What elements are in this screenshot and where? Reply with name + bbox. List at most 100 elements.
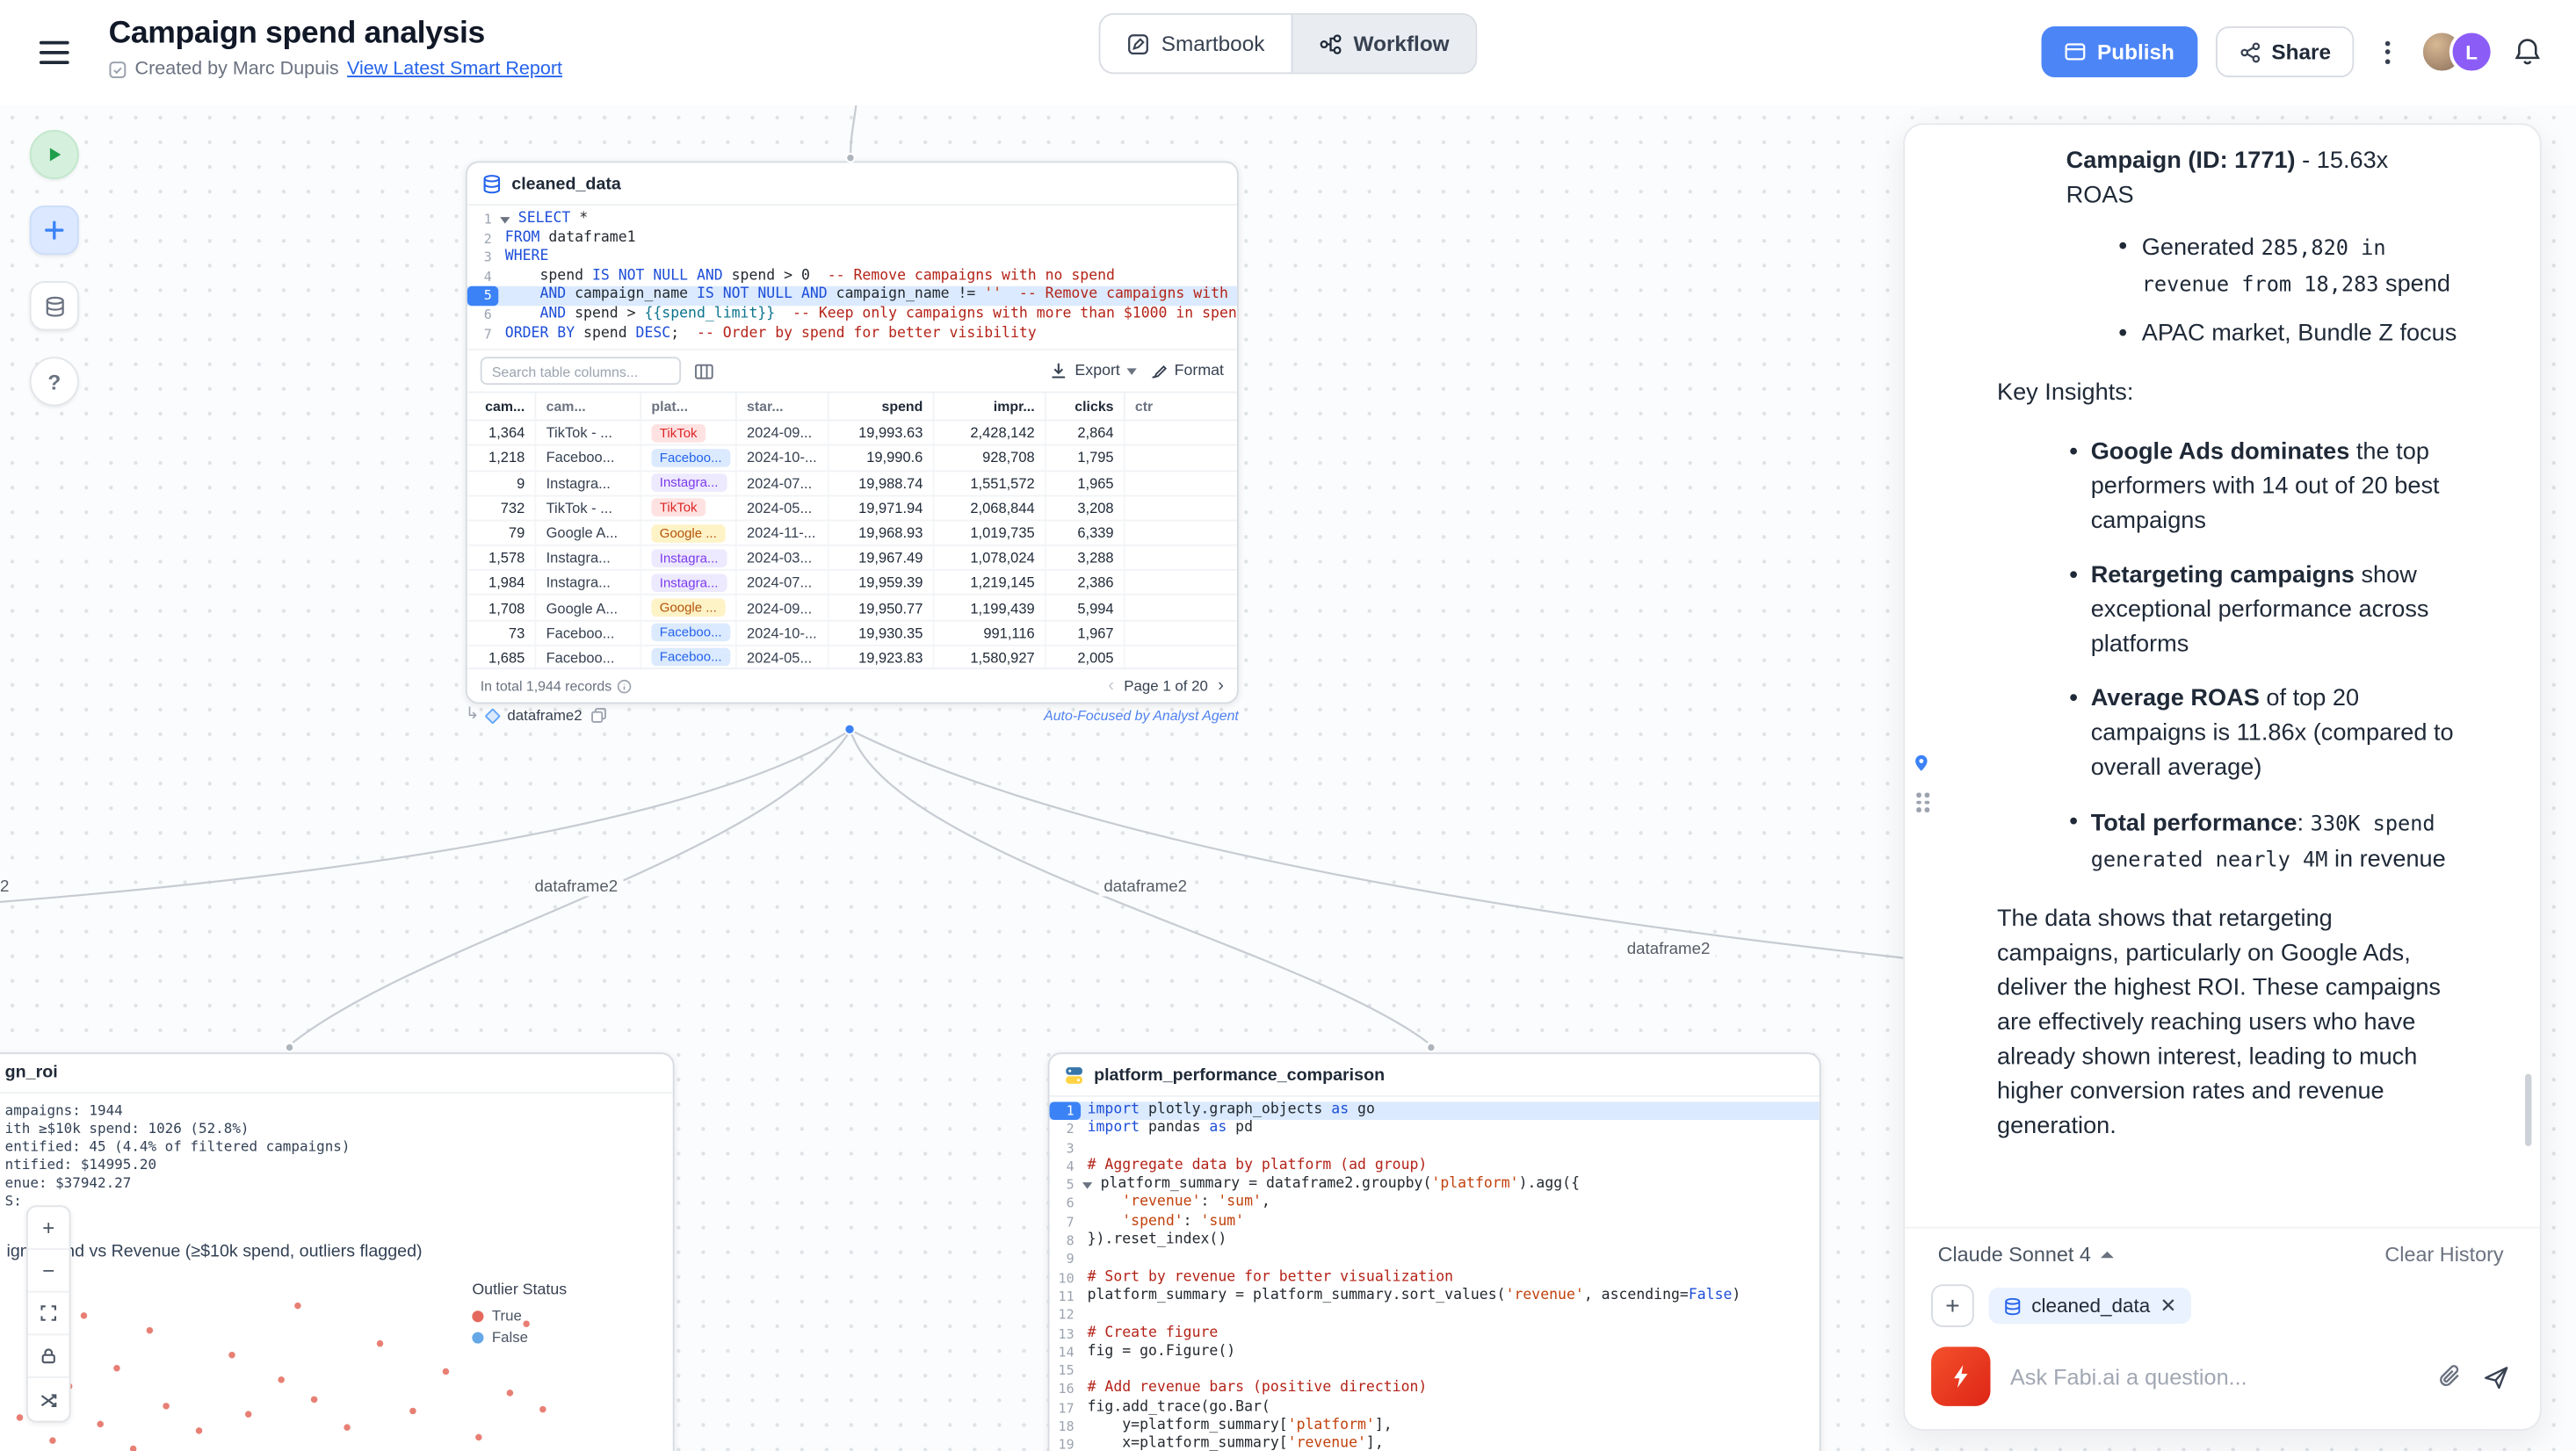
- top-header: Campaign spend analysis Created by Marc …: [0, 0, 2576, 105]
- more-options-button[interactable]: [2372, 33, 2402, 69]
- column-header[interactable]: plat...: [641, 393, 737, 420]
- table-row[interactable]: 9Instagra...Instagra...2024-07...19,988.…: [467, 471, 1237, 495]
- chat-footer: Claude Sonnet 4 Clear History + cleaned_…: [1905, 1227, 2540, 1429]
- scatter-point: [409, 1408, 416, 1414]
- node-campaign-roi[interactable]: gn_roi ampaigns: 1944ith ≥$10k spend: 10…: [0, 1052, 675, 1451]
- table-row[interactable]: 1,708Google A...Google ...2024-09...19,9…: [467, 596, 1237, 621]
- connector-dot[interactable]: [285, 1043, 294, 1052]
- column-header[interactable]: impr...: [934, 393, 1046, 420]
- node-header[interactable]: cleaned_data: [467, 162, 1237, 206]
- node-cleaned-data[interactable]: cleaned_data 1SELECT *2FROM dataframe13W…: [466, 161, 1239, 704]
- connector-dot[interactable]: [843, 724, 855, 735]
- lock-button[interactable]: [28, 1335, 69, 1378]
- node-header[interactable]: gn_roi: [0, 1054, 673, 1094]
- panel-drag-handle[interactable]: [1916, 792, 1929, 812]
- column-header[interactable]: star...: [737, 393, 829, 420]
- fit-view-button[interactable]: [28, 1293, 69, 1336]
- stdout-line: enue: $37942.27: [2, 1176, 673, 1195]
- table-cell: 2,068,844: [934, 496, 1046, 520]
- column-header[interactable]: clicks: [1046, 393, 1125, 420]
- run-button[interactable]: [30, 130, 79, 179]
- add-node-button[interactable]: [30, 206, 79, 255]
- node-header[interactable]: platform_performance_comparison: [1050, 1054, 1820, 1097]
- model-selector[interactable]: Claude Sonnet 4: [1938, 1243, 2115, 1266]
- table-cell: [1125, 571, 1237, 595]
- search-columns-input[interactable]: [481, 357, 681, 386]
- platform-badge: Faceboo...: [651, 649, 730, 668]
- code-line: 3: [1050, 1139, 1820, 1158]
- add-context-button[interactable]: +: [1931, 1284, 1974, 1327]
- column-header[interactable]: cam...: [467, 393, 537, 420]
- chat-message-area[interactable]: Campaign (ID: 1771) - 15.63x ROASGenerat…: [1905, 125, 2540, 1226]
- pin-panel-button[interactable]: [1912, 752, 1931, 782]
- report-icon: [109, 60, 127, 78]
- view-smart-report-link[interactable]: View Latest Smart Report: [347, 59, 562, 78]
- zoom-out-button[interactable]: −: [28, 1250, 69, 1293]
- table-row[interactable]: 79Google A...Google ...2024-11-...19,968…: [467, 521, 1237, 545]
- publish-button[interactable]: Publish: [2041, 26, 2197, 77]
- fold-chevron-icon[interactable]: [500, 216, 510, 222]
- node-platform-performance[interactable]: platform_performance_comparison 1import …: [1048, 1052, 1821, 1451]
- chat-text-block: Campaign (ID: 1771) - 15.63x ROAS: [2066, 145, 2461, 214]
- notifications-button[interactable]: [2512, 36, 2543, 68]
- avatar[interactable]: L: [2449, 30, 2494, 75]
- next-page-button[interactable]: ›: [1218, 676, 1224, 695]
- table-row[interactable]: 1,685Faceboo...Faceboo...2024-05...19,92…: [467, 646, 1237, 668]
- sql-code-editor[interactable]: 1SELECT *2FROM dataframe13WHERE4 spend I…: [467, 206, 1237, 349]
- code-line: 12: [1050, 1306, 1820, 1325]
- stdout-line: ith ≥$10k spend: 1026 (52.8%): [2, 1122, 673, 1140]
- table-cell: 19,990.6: [829, 446, 935, 470]
- chat-scrollbar[interactable]: [2525, 1074, 2531, 1146]
- zoom-in-button[interactable]: +: [28, 1207, 69, 1250]
- table-footer: In total 1,944 records ‹ Page 1 of 20 ›: [467, 668, 1237, 702]
- table-row[interactable]: 1,364TikTok - ...TikTok2024-09...19,993.…: [467, 422, 1237, 446]
- code-line: 15: [1050, 1362, 1820, 1381]
- output-dataframe-label[interactable]: dataframe2: [507, 707, 582, 724]
- column-header[interactable]: cam...: [536, 393, 641, 420]
- stdout-line: entified: 45 (4.4% of filtered campaigns…: [2, 1140, 673, 1159]
- table-row[interactable]: 732TikTok - ...TikTok2024-05...19,971.94…: [467, 496, 1237, 521]
- table-row[interactable]: 73Faceboo...Faceboo...2024-10-...19,930.…: [467, 621, 1237, 646]
- table-cell: 19,959.39: [829, 571, 935, 595]
- hamburger-menu-button[interactable]: [40, 41, 69, 64]
- send-icon: [2482, 1362, 2510, 1390]
- table-cell: 1,965: [1046, 471, 1125, 494]
- prev-page-button[interactable]: ‹: [1108, 676, 1114, 695]
- remove-context-button[interactable]: ✕: [2160, 1295, 2176, 1317]
- table-cell: 19,923.83: [829, 646, 935, 668]
- attach-file-button[interactable]: [2436, 1363, 2463, 1390]
- table-row[interactable]: 1,578Instagra...Instagra...2024-03...19,…: [467, 546, 1237, 571]
- connector-dot[interactable]: [1426, 1043, 1436, 1052]
- connector-dot[interactable]: [845, 153, 855, 162]
- table-cell: 732: [467, 496, 537, 520]
- python-code-editor[interactable]: 1import plotly.graph_objects as go2impor…: [1050, 1097, 1820, 1451]
- code-line: 2import pandas as pd: [1050, 1121, 1820, 1139]
- table-cell: 2024-05...: [737, 646, 829, 668]
- columns-icon[interactable]: [694, 361, 713, 380]
- export-button[interactable]: Export: [1050, 362, 1136, 380]
- table-row[interactable]: 1,984Instagra...Instagra...2024-07...19,…: [467, 571, 1237, 596]
- table-body: 1,364TikTok - ...TikTok2024-09...19,993.…: [467, 422, 1237, 668]
- shuffle-layout-button[interactable]: [28, 1378, 69, 1421]
- chat-question-input[interactable]: [2010, 1364, 2416, 1389]
- share-button[interactable]: Share: [2216, 26, 2355, 77]
- column-header[interactable]: ctr: [1125, 393, 1237, 420]
- table-cell: Instagra...: [641, 546, 737, 570]
- scatter-point: [507, 1390, 513, 1396]
- clear-history-button[interactable]: Clear History: [2384, 1243, 2503, 1266]
- format-button[interactable]: Format: [1150, 362, 1224, 380]
- context-chip-cleaned-data[interactable]: cleaned_data ✕: [1989, 1288, 2192, 1324]
- tab-workflow[interactable]: Workflow: [1291, 15, 1475, 73]
- table-cell: 19,968.93: [829, 521, 935, 545]
- ai-chat-panel: Campaign (ID: 1771) - 15.63x ROASGenerat…: [1903, 123, 2541, 1430]
- tab-smartbook[interactable]: Smartbook: [1100, 15, 1291, 73]
- column-header[interactable]: spend: [829, 393, 935, 420]
- table-cell: Instagra...: [641, 571, 737, 595]
- fold-chevron-icon[interactable]: [1082, 1182, 1092, 1188]
- copy-icon[interactable]: [590, 707, 607, 724]
- data-sources-button[interactable]: [30, 281, 79, 330]
- play-icon: [45, 145, 64, 164]
- help-button[interactable]: ?: [30, 357, 79, 406]
- table-row[interactable]: 1,218Faceboo...Faceboo...2024-10-...19,9…: [467, 446, 1237, 471]
- send-button[interactable]: [2482, 1362, 2510, 1390]
